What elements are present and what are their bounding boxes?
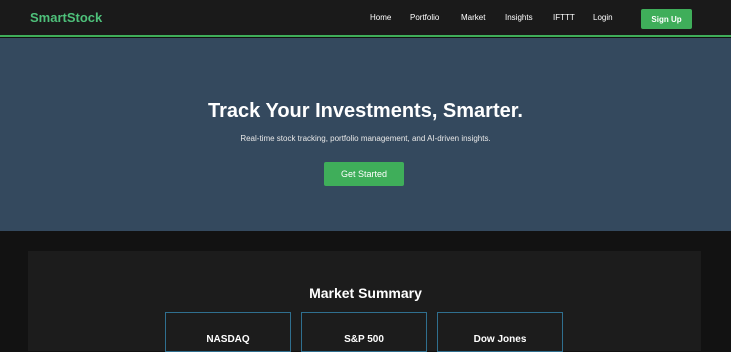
nav-link-home[interactable]: Home xyxy=(370,13,391,22)
market-summary-title: Market Summary xyxy=(309,285,422,301)
index-card-nasdaq[interactable]: NASDAQ xyxy=(165,312,291,352)
index-card-sp500[interactable]: S&P 500 xyxy=(301,312,427,352)
signup-button[interactable]: Sign Up xyxy=(641,9,692,29)
nav-link-ifttt[interactable]: IFTTT xyxy=(553,13,575,22)
hero-section: Track Your Investments, Smarter. Real-ti… xyxy=(0,38,731,231)
get-started-button[interactable]: Get Started xyxy=(324,162,404,186)
brand-logo[interactable]: SmartStock xyxy=(30,10,102,25)
hero-title: Track Your Investments, Smarter. xyxy=(208,100,523,122)
nav-link-login[interactable]: Login xyxy=(593,13,613,22)
nav-link-market[interactable]: Market xyxy=(461,13,485,22)
hero-subtitle: Real-time stock tracking, portfolio mana… xyxy=(240,134,491,143)
nav-link-insights[interactable]: Insights xyxy=(505,13,533,22)
top-navbar: SmartStock Home Portfolio Market Insight… xyxy=(0,0,731,37)
index-card-dow-jones[interactable]: Dow Jones xyxy=(437,312,563,352)
nav-link-portfolio[interactable]: Portfolio xyxy=(410,13,439,22)
